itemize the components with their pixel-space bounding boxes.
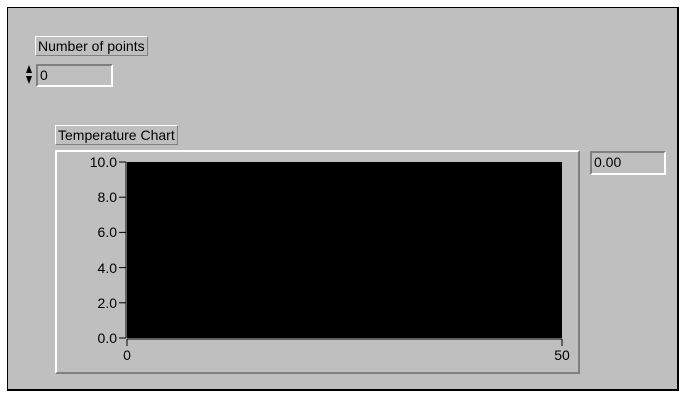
digital-display: 0.00 [590,151,666,175]
chart-label: Temperature Chart [55,125,178,145]
y-tick-label[interactable]: 6.0 [83,225,117,239]
y-tick-label[interactable]: 8.0 [83,190,117,204]
y-tick-label[interactable]: 10.0 [83,155,117,169]
x-tick-label[interactable]: 0 [112,348,142,362]
x-tick-label[interactable]: 50 [547,348,577,362]
num-points-input[interactable]: 0 [36,64,113,87]
plot-area [127,162,562,338]
y-tick-label[interactable]: 4.0 [83,261,117,275]
y-tick-label[interactable]: 2.0 [83,296,117,310]
increment-decrement-arrows[interactable] [25,64,33,86]
y-tick-label[interactable]: 0.0 [83,331,117,345]
num-points-label: Number of points [35,36,148,56]
